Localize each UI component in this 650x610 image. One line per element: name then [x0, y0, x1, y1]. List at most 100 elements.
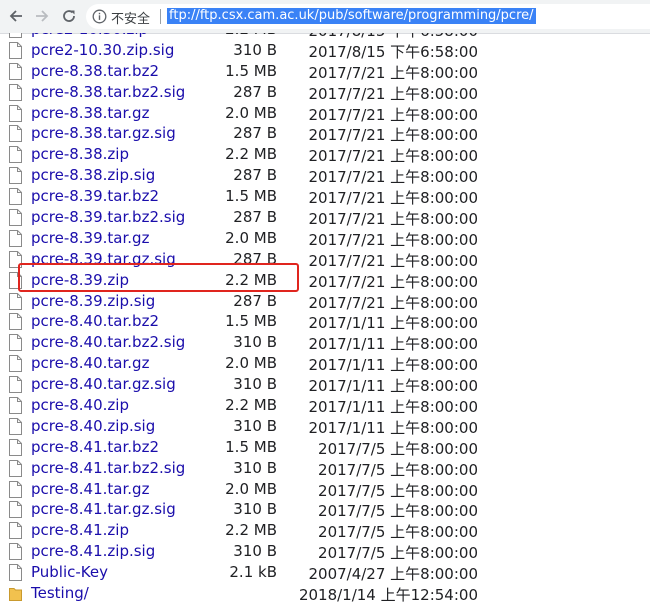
back-button[interactable]: [5, 5, 27, 27]
file-icon: [9, 104, 22, 122]
file-row: pcre-8.40.tar.gz 2.0 MB 2017/1/11 上午8:00:0…: [0, 353, 650, 374]
file-link[interactable]: pcre-8.41.tar.gz: [31, 480, 149, 498]
reload-button[interactable]: [58, 5, 80, 27]
file-link[interactable]: pcre-8.38.tar.gz: [31, 104, 149, 122]
file-size: 2.0 MB: [225, 103, 277, 122]
file-icon: [9, 271, 22, 289]
file-size: 1.5 MB: [225, 61, 277, 80]
file-link[interactable]: pcre-8.40.tar.bz2.sig: [31, 333, 185, 351]
file-link[interactable]: pcre-8.40.tar.gz: [31, 354, 149, 372]
file-link[interactable]: pcre-8.40.zip.sig: [31, 417, 155, 435]
info-circle-icon[interactable]: [92, 9, 107, 24]
file-icon: [9, 250, 22, 268]
file-date: 2017/7/21 上午8:00:00: [308, 210, 478, 229]
file-link[interactable]: pcre-8.38.tar.gz.sig: [31, 124, 176, 142]
file-date: 2017/7/21 上午8:00:00: [308, 105, 478, 124]
file-size: 1.5 MB: [225, 187, 277, 206]
file-row: pcre-8.38.tar.gz 2.0 MB 2017/7/21 上午8:00:0…: [0, 103, 650, 124]
file-link[interactable]: pcre-8.41.tar.bz2.sig: [31, 459, 185, 477]
file-size: 310 B: [233, 40, 277, 59]
file-link[interactable]: pcre-8.38.zip: [31, 145, 129, 163]
file-row: pcre-8.38.zip.sig 287 B 2017/7/21 上午8:00:0…: [0, 165, 650, 186]
file-row: pcre-8.39.tar.gz 2.0 MB 2017/7/21 上午8:00:0…: [0, 228, 650, 249]
file-link[interactable]: pcre-8.40.zip: [31, 396, 129, 414]
file-date: 2017/1/11 上午8:00:00: [308, 314, 478, 333]
file-icon: [9, 313, 22, 331]
security-status-label[interactable]: 不安全: [111, 8, 150, 27]
file-size: 2.2 MB: [225, 145, 277, 164]
folder-icon: [9, 585, 22, 602]
file-date: 2017/1/11 上午8:00:00: [308, 356, 478, 375]
address-bar[interactable]: 不安全 ftp://ftp.csx.cam.ac.uk/pub/software…: [86, 4, 650, 29]
file-icon: [9, 292, 22, 310]
file-icon: [9, 62, 22, 80]
address-bar-divider: [160, 9, 161, 24]
file-size: 2.2 MB: [225, 521, 277, 540]
file-link[interactable]: pcre-8.39.zip.sig: [31, 292, 155, 310]
file-link[interactable]: pcre-8.39.zip: [31, 271, 129, 289]
file-row: pcre-8.38.tar.bz2 1.5 MB 2017/7/21 上午8:00:…: [0, 61, 650, 82]
file-link[interactable]: pcre-8.38.tar.bz2: [31, 62, 159, 80]
reload-icon: [63, 10, 75, 22]
file-link[interactable]: pcre-8.39.tar.gz: [31, 229, 149, 247]
file-link[interactable]: pcre-8.40.tar.gz.sig: [31, 375, 176, 393]
file-link[interactable]: pcre-8.38.tar.bz2.sig: [31, 83, 185, 101]
file-row: pcre-8.38.tar.bz2.sig 287 B 2017/7/21 上午8:…: [0, 82, 650, 103]
file-link[interactable]: pcre-8.39.tar.bz2.sig: [31, 208, 185, 226]
file-icon: [9, 522, 22, 540]
file-size: 2.2 MB: [225, 33, 277, 38]
file-icon: [9, 376, 22, 394]
file-link[interactable]: pcre-8.39.tar.bz2: [31, 187, 159, 205]
file-row: pcre2-10.30.zip2.2 MB2017/8/15 下午6:58:00: [0, 33, 650, 40]
file-link[interactable]: pcre-8.41.tar.gz.sig: [31, 500, 176, 518]
file-link[interactable]: pcre-8.38.zip.sig: [31, 166, 155, 184]
url-text[interactable]: ftp://ftp.csx.cam.ac.uk/pub/software/pro…: [167, 8, 536, 24]
file-date: 2017/7/5 上午8:00:00: [318, 439, 478, 458]
file-icon: [9, 41, 22, 59]
file-size: 310 B: [233, 375, 277, 394]
file-link[interactable]: pcre2-10.30.zip.sig: [31, 41, 174, 59]
file-row: pcre-8.39.zip.sig 287 B 2017/7/21 上午8:00:0…: [0, 291, 650, 312]
file-icon: [9, 501, 22, 519]
file-row: pcre-8.41.zip 2.2 MB 2017/7/5 上午8:00:00: [0, 520, 650, 541]
file-row: pcre-8.38.zip 2.2 MB 2017/7/21 上午8:00:00: [0, 144, 650, 165]
file-row: pcre-8.38.tar.gz.sig 287 B 2017/7/21 上午8:0…: [0, 123, 650, 144]
file-icon: [9, 83, 22, 101]
file-size: 2.0 MB: [225, 228, 277, 247]
file-row: pcre-8.40.zip.sig 310 B 2017/1/11 上午8:00:0…: [0, 416, 650, 437]
file-date: 2017/1/11 上午8:00:00: [308, 335, 478, 354]
file-link[interactable]: pcre-8.40.tar.bz2: [31, 312, 159, 330]
forward-button[interactable]: [31, 5, 53, 27]
file-icon: [9, 167, 22, 185]
file-link[interactable]: pcre2-10.30.zip: [31, 33, 148, 38]
file-date: 2017/1/11 上午8:00:00: [308, 377, 478, 396]
arrow-right-icon: [36, 10, 49, 22]
file-row: pcre2-10.30.zip.sig 310 B 2017/8/15 下午6:58…: [0, 40, 650, 61]
file-link[interactable]: pcre-8.41.zip.sig: [31, 542, 155, 560]
file-row: pcre-8.39.tar.bz2.sig 287 B 2017/7/21 上午8:…: [0, 207, 650, 228]
file-size: 310 B: [233, 416, 277, 435]
file-size: 310 B: [233, 458, 277, 477]
file-date: 2017/7/21 上午8:00:00: [308, 168, 478, 187]
file-link[interactable]: Public-Key: [31, 563, 108, 581]
file-icon: [9, 33, 22, 38]
file-link[interactable]: Testing/: [31, 584, 89, 602]
file-link[interactable]: pcre-8.41.tar.bz2: [31, 438, 159, 456]
file-date: 2017/7/21 上午8:00:00: [308, 272, 478, 291]
file-row: pcre-8.40.zip 2.2 MB 2017/1/11 上午8:00:00: [0, 395, 650, 416]
file-size: 2.1 kB: [229, 563, 277, 582]
file-size: 310 B: [233, 542, 277, 561]
file-size: 287 B: [233, 82, 277, 101]
file-size: 287 B: [233, 124, 277, 143]
file-icon: [9, 355, 22, 373]
file-row: pcre-8.39.zip 2.2 MB 2017/7/21 上午8:00:00: [0, 270, 650, 291]
file-date: 2017/7/21 上午8:00:00: [308, 230, 478, 249]
file-size: 287 B: [233, 166, 277, 185]
file-link[interactable]: pcre-8.39.tar.gz.sig: [31, 250, 176, 268]
file-link[interactable]: pcre-8.41.zip: [31, 521, 129, 539]
file-size: 2.2 MB: [225, 270, 277, 289]
file-date: 2017/1/11 上午8:00:00: [308, 418, 478, 437]
file-date: 2017/7/5 上午8:00:00: [318, 523, 478, 542]
file-size: 2.2 MB: [225, 396, 277, 415]
file-date: 2007/4/27 上午8:00:00: [308, 565, 478, 584]
